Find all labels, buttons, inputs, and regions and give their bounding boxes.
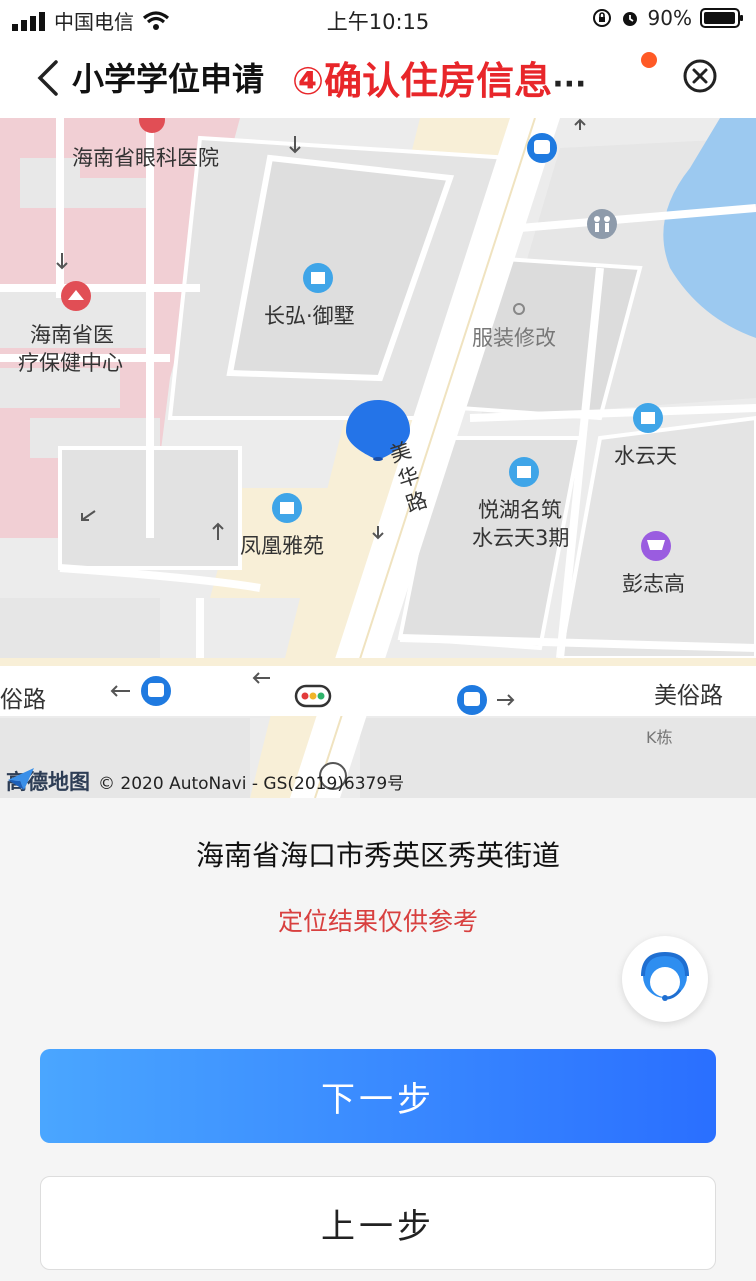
copyright-text: © 2020 AutoNavi - GS(2019)6379号 bbox=[98, 773, 405, 794]
map-label-meisu-road: 美俗路 bbox=[654, 683, 723, 709]
shop-icon bbox=[641, 531, 671, 561]
prev-step-button[interactable]: 上一步 bbox=[40, 1176, 716, 1270]
map-label-eye-hospital: 海南省眼科医院 bbox=[72, 146, 219, 170]
toilet-icon bbox=[587, 209, 617, 239]
amap-logo-icon bbox=[8, 768, 34, 790]
rotation-lock-icon bbox=[592, 9, 611, 27]
map-label-yuehu: 悦湖名筑 bbox=[478, 498, 562, 522]
battery-icon bbox=[700, 8, 743, 28]
hospital-icon bbox=[61, 281, 91, 311]
map-label-fenghuang: 凤凰雅苑 bbox=[240, 534, 324, 558]
map-label-changhong: 长弘·御墅 bbox=[264, 304, 355, 328]
residential-icon bbox=[303, 263, 333, 293]
location-hint: 定位结果仅供参考 bbox=[277, 907, 478, 936]
map-label-shuiyuntian: 水云天 bbox=[614, 444, 677, 468]
map-label-health-center: 海南省医 bbox=[30, 323, 114, 347]
page-title: 小学学位申请 bbox=[72, 60, 265, 98]
map-view[interactable]: 海南省眼科医院 海南省医 疗保健中心 长弘·御墅 服装修改 水云天 悦湖名筑 水… bbox=[0, 118, 756, 798]
location-address: 海南省海口市秀英区秀英街道 bbox=[195, 839, 560, 872]
map-label-pengzhigao: 彭志高 bbox=[622, 572, 685, 596]
bus-stop-icon bbox=[141, 676, 171, 706]
nav-bar: 小学学位申请 ④确认住房信息··· bbox=[0, 38, 756, 118]
step-annotation: ④确认住房信息··· bbox=[292, 59, 587, 103]
map-label-clothing: 服装修改 bbox=[472, 326, 556, 350]
map-attribution: 高德地图 © 2020 AutoNavi - GS(2019)6379号 bbox=[6, 766, 404, 796]
more-menu-button[interactable]: ··· bbox=[552, 67, 586, 102]
residential-icon bbox=[272, 493, 302, 523]
alarm-icon bbox=[622, 12, 637, 26]
next-step-button[interactable]: 下一步 bbox=[40, 1049, 716, 1143]
back-icon[interactable] bbox=[30, 56, 70, 100]
battery-percent: 90% bbox=[647, 6, 692, 30]
bus-stop-icon bbox=[457, 685, 487, 715]
customer-service-button[interactable] bbox=[622, 936, 708, 1022]
map-label-yuehu-phase3: 水云天3期 bbox=[472, 526, 570, 550]
map-label-su-road: 俗路 bbox=[0, 687, 46, 713]
customer-service-icon bbox=[641, 951, 689, 1001]
map-label-k-building: K栋 bbox=[646, 728, 673, 747]
residential-icon bbox=[509, 457, 539, 487]
residential-icon bbox=[633, 403, 663, 433]
map-label-health-center-2: 疗保健中心 bbox=[18, 351, 123, 375]
notification-dot bbox=[641, 52, 657, 68]
close-icon[interactable] bbox=[682, 58, 718, 94]
bottom-panel: 海南省海口市秀英区秀英街道 定位结果仅供参考 下一步 上一步 bbox=[0, 798, 756, 1281]
bus-stop-icon bbox=[527, 133, 557, 163]
status-bar: 中国电信 上午10:15 90% bbox=[0, 0, 756, 38]
traffic-light-icon bbox=[294, 684, 332, 708]
